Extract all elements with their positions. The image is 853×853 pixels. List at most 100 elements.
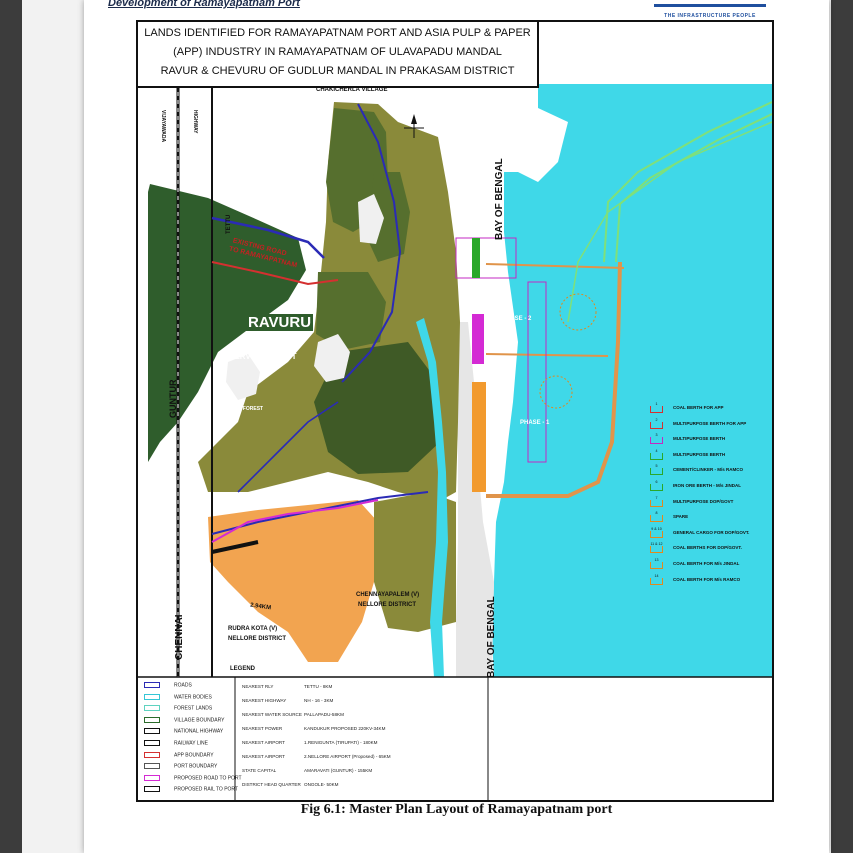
berth-swatch: [650, 546, 663, 554]
berth-label: COAL BERTH FOR M/s JINDAL: [673, 561, 740, 566]
berth-green: [472, 238, 480, 278]
legend-swatch: [144, 751, 160, 758]
berth-swatch: [650, 515, 663, 523]
figure-title-line-3: RAVUR & CHEVURU OF GUDLUR MANDAL IN PRAK…: [160, 65, 515, 77]
berth-label: MULTIPURPOSE BERTH FOR APP: [673, 420, 747, 426]
legend-swatch: [144, 693, 160, 700]
legend-swatch: [144, 682, 160, 688]
legend-label: PORT BOUNDARY: [174, 763, 218, 770]
berth-legend-item: 1 COAL BERTH FOR APP: [650, 402, 724, 413]
berth-legend-item: 9 & 10 GENERAL CARGO FOR DOP/GOVT.: [650, 527, 749, 538]
berth-label: MULTIPURPOSE BERTH: [673, 436, 726, 442]
berth-label: SPARE: [673, 514, 689, 520]
label-chakicherla: CHAKICHERLA VILLAGE: [316, 87, 388, 93]
label-reserved-forest: RESERVED FOREST: [218, 352, 297, 361]
nearest-info-key: NEAREST HIGHWAY: [242, 698, 287, 703]
viewer-right-margin: [831, 0, 853, 853]
legend-item: WATER BODIES: [144, 693, 212, 700]
nearest-info-key: NEAREST WATER SOURCE: [242, 712, 302, 717]
nearest-info-row: NEAREST AIRPORT 2.NELLORE AIRPORT (Propos…: [242, 754, 391, 759]
label-highway: HIGHWAY: [192, 110, 198, 134]
berth-legend-item: 4 MULTIPURPOSE BERTH: [650, 449, 725, 460]
label-phase-2: PHASE - 2: [502, 316, 532, 322]
label-chennayapalem-district: NELLORE DISTRICT: [358, 602, 416, 608]
berth-swatch: [650, 421, 663, 429]
nearest-info-key: DISTRICT HEAD QUARTER: [242, 782, 301, 787]
nearest-info-row: NEAREST POWER KANDUKUR PROPOSED 220KV-34K…: [242, 726, 385, 731]
berth-legend-item: 13 COAL BERTH FOR M/s JINDAL: [650, 558, 739, 569]
figure-title-line-1: LANDS IDENTIFIED FOR RAMAYAPATNAM PORT A…: [144, 27, 531, 39]
legend-item: PROPOSED ROAD TO PORT: [144, 774, 242, 782]
nearest-info-key: NEAREST RLY: [242, 684, 274, 689]
nearest-info-value: ONGOLE- 50KM: [304, 782, 339, 787]
nearest-info-row: NEAREST RLY TETTU - 8KM: [242, 684, 332, 689]
figure-caption: Fig 6.1: Master Plan Layout of Ramayapat…: [300, 802, 613, 817]
berth-swatch: [650, 437, 663, 445]
berth-label: MULTIPURPOSE DOP/GOVT: [673, 498, 734, 504]
label-bay-of-bengal-bottom: BAY OF BENGAL: [486, 596, 497, 678]
label-forest-number: 604: [266, 340, 280, 349]
berth-swatch: [650, 406, 663, 413]
berth-label: IRON ORE BERTH - M/s JINDAL: [673, 483, 742, 488]
legend-label: PROPOSED ROAD TO PORT: [174, 775, 242, 782]
label-phase-1: PHASE - 1: [520, 420, 550, 426]
berth-swatch: [650, 577, 663, 585]
label-rudra-kota: RUDRA KOTA (V): [228, 626, 278, 632]
legend-swatch: [144, 786, 160, 793]
berth-multipurpose: [472, 314, 484, 364]
berth-label: MULTIPURPOSE BERTH: [673, 451, 726, 457]
label-legend: LEGEND: [230, 666, 256, 672]
berth-legend-item: 5 CEMENT/CLINKER - M/s RAMCO: [650, 464, 743, 476]
nearest-info-row: NEAREST AIRPORT 1.RENIGUNTA (TIRUPATI) - …: [242, 740, 378, 745]
nearest-info-value: KANDUKUR PROPOSED 220KV-34KM: [304, 726, 386, 731]
legend-label: APP BOUNDARY: [174, 751, 214, 758]
brand-tagline: THE INFRASTRUCTURE PEOPLE: [664, 13, 756, 19]
label-reserved-forest-small: RESERVED FOREST: [214, 406, 264, 412]
legend-label: PROPOSED RAIL TO PORT: [174, 786, 238, 793]
viewer-left-margin: [0, 0, 22, 853]
legend-item: FOREST LANDS: [144, 705, 213, 712]
nearest-info-row: NEAREST WATER SOURCE PALLAPADU-58KM: [242, 712, 344, 717]
berth-label: CEMENT/CLINKER - M/s RAMCO: [673, 467, 743, 473]
berth-legend-item: 14 COAL BERTH FOR M/s RAMCO: [650, 574, 740, 585]
berth-swatch: [650, 452, 663, 460]
berth-swatch: [650, 530, 663, 538]
legend-swatch: [144, 740, 160, 746]
legend-item: RAILWAY LINE: [144, 740, 208, 746]
label-bay-of-bengal-top: BAY OF BENGAL: [494, 158, 505, 240]
label-guntur: GUNTUR: [168, 379, 178, 419]
nearest-info-key: NEAREST AIRPORT: [242, 754, 285, 759]
berth-label: GENERAL CARGO FOR DOP/GOVT.: [673, 529, 750, 535]
legend-label: VILLAGE BOUNDARY: [174, 717, 225, 724]
figure-title-line-2: (APP) INDUSTRY IN RAMAYAPATNAM OF ULAVAP…: [173, 46, 502, 58]
document-page: Development of Ramayapatnam Port THE INF…: [84, 0, 829, 853]
berth-legend-item: 2 MULTIPURPOSE BERTH FOR APP: [650, 418, 746, 429]
legend-swatch: [144, 763, 160, 770]
nearest-info-value: 2.NELLORE AIRPORT (Proposed) - 65KM: [304, 754, 391, 759]
legend-item: ROADS: [144, 682, 192, 688]
berth-label: COAL BERTH FOR M/s RAMCO: [673, 576, 741, 582]
berth-swatch: [650, 484, 663, 491]
label-chennai: CHENNAI: [174, 614, 185, 660]
berths-phase1: [472, 382, 486, 492]
legend-label: NATIONAL HIGHWAY: [174, 728, 224, 735]
berth-swatch: [650, 562, 663, 569]
label-tettu: TETTU: [226, 214, 232, 234]
nearest-info-row: NEAREST HIGHWAY NH - 16 - 3KM: [242, 698, 333, 703]
legend-panel: [138, 677, 772, 800]
nearest-info-key: NEAREST POWER: [242, 726, 283, 731]
berth-legend-item: 3 MULTIPURPOSE BERTH: [650, 433, 726, 445]
legend-swatch: [144, 705, 160, 712]
nearest-info-value: NH - 16 - 3KM: [304, 698, 334, 703]
berth-legend-item: 8 SPARE: [650, 511, 689, 523]
berth-legend-item: 7 MULTIPURPOSE DOP/GOVT: [650, 496, 733, 507]
legend-swatch: [144, 728, 160, 735]
berth-label: COAL BERTH FOR APP: [673, 405, 724, 410]
legend-label: FOREST LANDS: [174, 705, 213, 712]
legend-swatch: [144, 716, 160, 723]
berth-legend-item: 11 & 12 COAL BERTHS FOR DOP/GOVT.: [650, 542, 742, 554]
label-nh16: NH - 16: [188, 426, 194, 444]
berth-swatch: [650, 499, 663, 507]
nearest-info-value: TETTU - 8KM: [304, 684, 333, 689]
legend-swatch: [144, 774, 160, 781]
